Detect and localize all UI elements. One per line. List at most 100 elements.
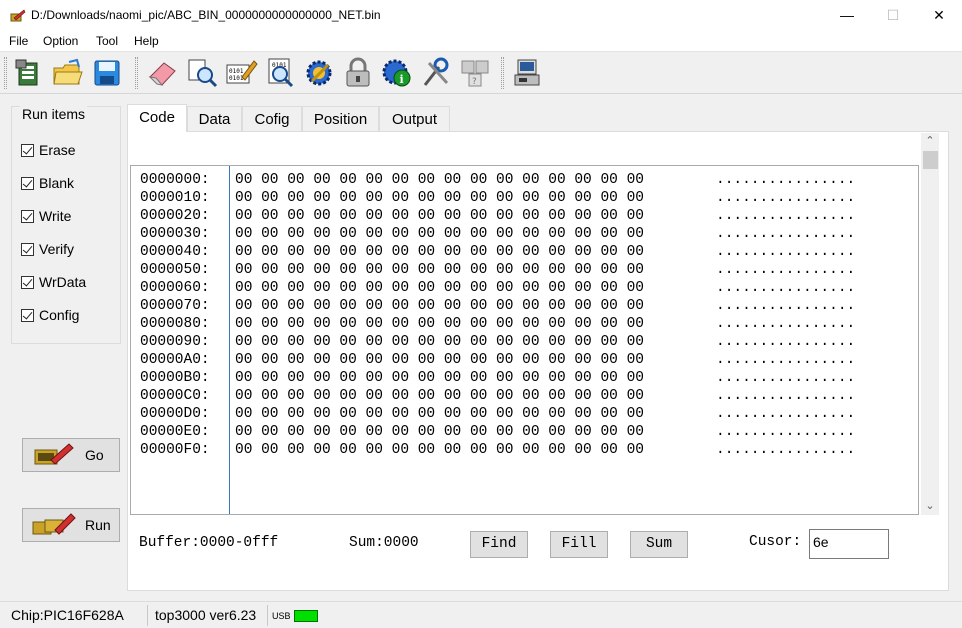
- hex-ascii[interactable]: ................: [716, 441, 855, 459]
- minimize-button[interactable]: —: [824, 0, 870, 31]
- open-chip-icon[interactable]: [12, 57, 46, 89]
- hex-ascii[interactable]: ................: [716, 387, 855, 405]
- hex-bytes[interactable]: 00 00 00 00 00 00 00 00 00 00 00 00 00 0…: [235, 225, 644, 243]
- go-label: Go: [85, 447, 104, 463]
- open-file-icon[interactable]: [51, 57, 85, 89]
- blank-check-icon[interactable]: [185, 57, 219, 89]
- checkbox-checked[interactable]: [21, 308, 34, 322]
- chip-id-icon[interactable]: ?: [458, 57, 492, 89]
- chip-status: Chip:PIC16F628A: [11, 607, 124, 623]
- run-button[interactable]: Run: [22, 508, 120, 542]
- hex-bytes[interactable]: 00 00 00 00 00 00 00 00 00 00 00 00 00 0…: [235, 351, 644, 369]
- app-icon: [10, 9, 26, 22]
- hex-address: 0000080:: [140, 316, 210, 332]
- hex-bytes[interactable]: 00 00 00 00 00 00 00 00 00 00 00 00 00 0…: [235, 261, 644, 279]
- hex-address: 00000A0:: [140, 352, 210, 368]
- svg-text:0101: 0101: [229, 68, 244, 75]
- hex-bytes[interactable]: 00 00 00 00 00 00 00 00 00 00 00 00 00 0…: [235, 189, 644, 207]
- verify-checkbox[interactable]: Verify: [21, 240, 74, 258]
- go-button[interactable]: Go: [22, 438, 120, 472]
- hex-address: 0000090:: [140, 334, 210, 350]
- settings-icon[interactable]: [419, 57, 453, 89]
- tab-output[interactable]: Output: [379, 106, 450, 132]
- hex-address: 0000030:: [140, 226, 210, 242]
- hex-bytes[interactable]: 00 00 00 00 00 00 00 00 00 00 00 00 00 0…: [235, 441, 644, 459]
- hex-bytes[interactable]: 00 00 00 00 00 00 00 00 00 00 00 00 00 0…: [235, 333, 644, 351]
- hex-ascii[interactable]: ................: [716, 225, 855, 243]
- hex-bytes[interactable]: 00 00 00 00 00 00 00 00 00 00 00 00 00 0…: [235, 207, 644, 225]
- blank-checkbox[interactable]: Blank: [21, 174, 74, 192]
- window-title: D:/Downloads/naomi_pic/ABC_BIN_000000000…: [31, 8, 381, 22]
- hex-bytes[interactable]: 00 00 00 00 00 00 00 00 00 00 00 00 00 0…: [235, 369, 644, 387]
- hex-ascii[interactable]: ................: [716, 351, 855, 369]
- menu-tool[interactable]: Tool: [96, 34, 118, 48]
- wrdata-checkbox[interactable]: WrData: [21, 273, 86, 291]
- hex-ascii[interactable]: ................: [716, 297, 855, 315]
- menu-option[interactable]: Option: [43, 34, 78, 48]
- lock-icon[interactable]: [341, 57, 375, 89]
- tab-data[interactable]: Data: [187, 106, 242, 132]
- verify-icon[interactable]: 0101: [263, 57, 297, 89]
- hex-bytes[interactable]: 00 00 00 00 00 00 00 00 00 00 00 00 00 0…: [235, 315, 644, 333]
- vertical-scrollbar[interactable]: ⌃ ⌄: [921, 133, 939, 515]
- scroll-thumb[interactable]: [923, 151, 938, 169]
- cursor-input[interactable]: 6e: [809, 529, 889, 559]
- hex-address: 0000070:: [140, 298, 210, 314]
- menu-help[interactable]: Help: [134, 34, 159, 48]
- programmer-icon[interactable]: [510, 57, 544, 89]
- hex-ascii[interactable]: ................: [716, 261, 855, 279]
- hex-address: 0000060:: [140, 280, 210, 296]
- checkbox-checked[interactable]: [21, 242, 34, 256]
- erase-checkbox[interactable]: Erase: [21, 141, 76, 159]
- config-checkbox[interactable]: Config: [21, 306, 79, 324]
- info-icon[interactable]: i: [380, 57, 414, 89]
- hex-ascii[interactable]: ................: [716, 333, 855, 351]
- hex-ascii[interactable]: ................: [716, 279, 855, 297]
- hex-bytes[interactable]: 00 00 00 00 00 00 00 00 00 00 00 00 00 0…: [235, 279, 644, 297]
- hex-bytes[interactable]: 00 00 00 00 00 00 00 00 00 00 00 00 00 0…: [235, 297, 644, 315]
- checkbox-checked[interactable]: [21, 176, 34, 190]
- checkbox-checked[interactable]: [21, 275, 34, 289]
- hex-ascii[interactable]: ................: [716, 423, 855, 441]
- hex-ascii[interactable]: ................: [716, 189, 855, 207]
- tab-position[interactable]: Position: [302, 106, 379, 132]
- maximize-button[interactable]: ☐: [870, 0, 916, 31]
- run-items-title: Run items: [20, 106, 88, 122]
- close-button[interactable]: ✕: [916, 0, 962, 31]
- hex-bytes[interactable]: 00 00 00 00 00 00 00 00 00 00 00 00 00 0…: [235, 405, 644, 423]
- verify-label: Verify: [39, 241, 75, 257]
- hex-ascii[interactable]: ................: [716, 405, 855, 423]
- status-bar: Chip:PIC16F628A top3000 ver6.23 USB: [0, 601, 962, 628]
- write-icon[interactable]: 0101 0101: [224, 57, 258, 89]
- hex-bytes[interactable]: 00 00 00 00 00 00 00 00 00 00 00 00 00 0…: [235, 171, 644, 189]
- scroll-up-icon[interactable]: ⌃: [921, 133, 939, 150]
- hex-ascii[interactable]: ................: [716, 207, 855, 225]
- hex-ascii[interactable]: ................: [716, 171, 855, 189]
- find-button[interactable]: Find: [470, 531, 528, 558]
- checkbox-checked[interactable]: [21, 209, 34, 223]
- erase-icon[interactable]: [146, 57, 180, 89]
- hex-editor[interactable]: 0000000: 00 00 00 00 00 00 00 00 00 00 00…: [130, 165, 919, 515]
- scroll-down-icon[interactable]: ⌄: [921, 498, 939, 515]
- tab-code[interactable]: Code: [127, 104, 187, 132]
- tab-cofig[interactable]: Cofig: [242, 106, 302, 132]
- svg-text:i: i: [400, 73, 404, 86]
- usb-status-indicator: [294, 610, 318, 622]
- sum-button[interactable]: Sum: [630, 531, 688, 558]
- hex-address: 00000D0:: [140, 406, 210, 422]
- menu-file[interactable]: File: [9, 34, 28, 48]
- save-icon[interactable]: [90, 57, 124, 89]
- write-checkbox[interactable]: Write: [21, 207, 71, 225]
- fill-button[interactable]: Fill: [550, 531, 608, 558]
- hex-ascii[interactable]: ................: [716, 315, 855, 333]
- hex-ascii[interactable]: ................: [716, 369, 855, 387]
- hex-bytes[interactable]: 00 00 00 00 00 00 00 00 00 00 00 00 00 0…: [235, 387, 644, 405]
- toolbar-grip[interactable]: [4, 57, 7, 89]
- hex-ascii[interactable]: ................: [716, 243, 855, 261]
- checkbox-checked[interactable]: [21, 143, 34, 157]
- config-icon[interactable]: [302, 57, 336, 89]
- hex-bytes[interactable]: 00 00 00 00 00 00 00 00 00 00 00 00 00 0…: [235, 423, 644, 441]
- toolbar: 0101 0101 0101 i ?: [0, 51, 962, 94]
- run-label: Run: [85, 517, 111, 533]
- hex-bytes[interactable]: 00 00 00 00 00 00 00 00 00 00 00 00 00 0…: [235, 243, 644, 261]
